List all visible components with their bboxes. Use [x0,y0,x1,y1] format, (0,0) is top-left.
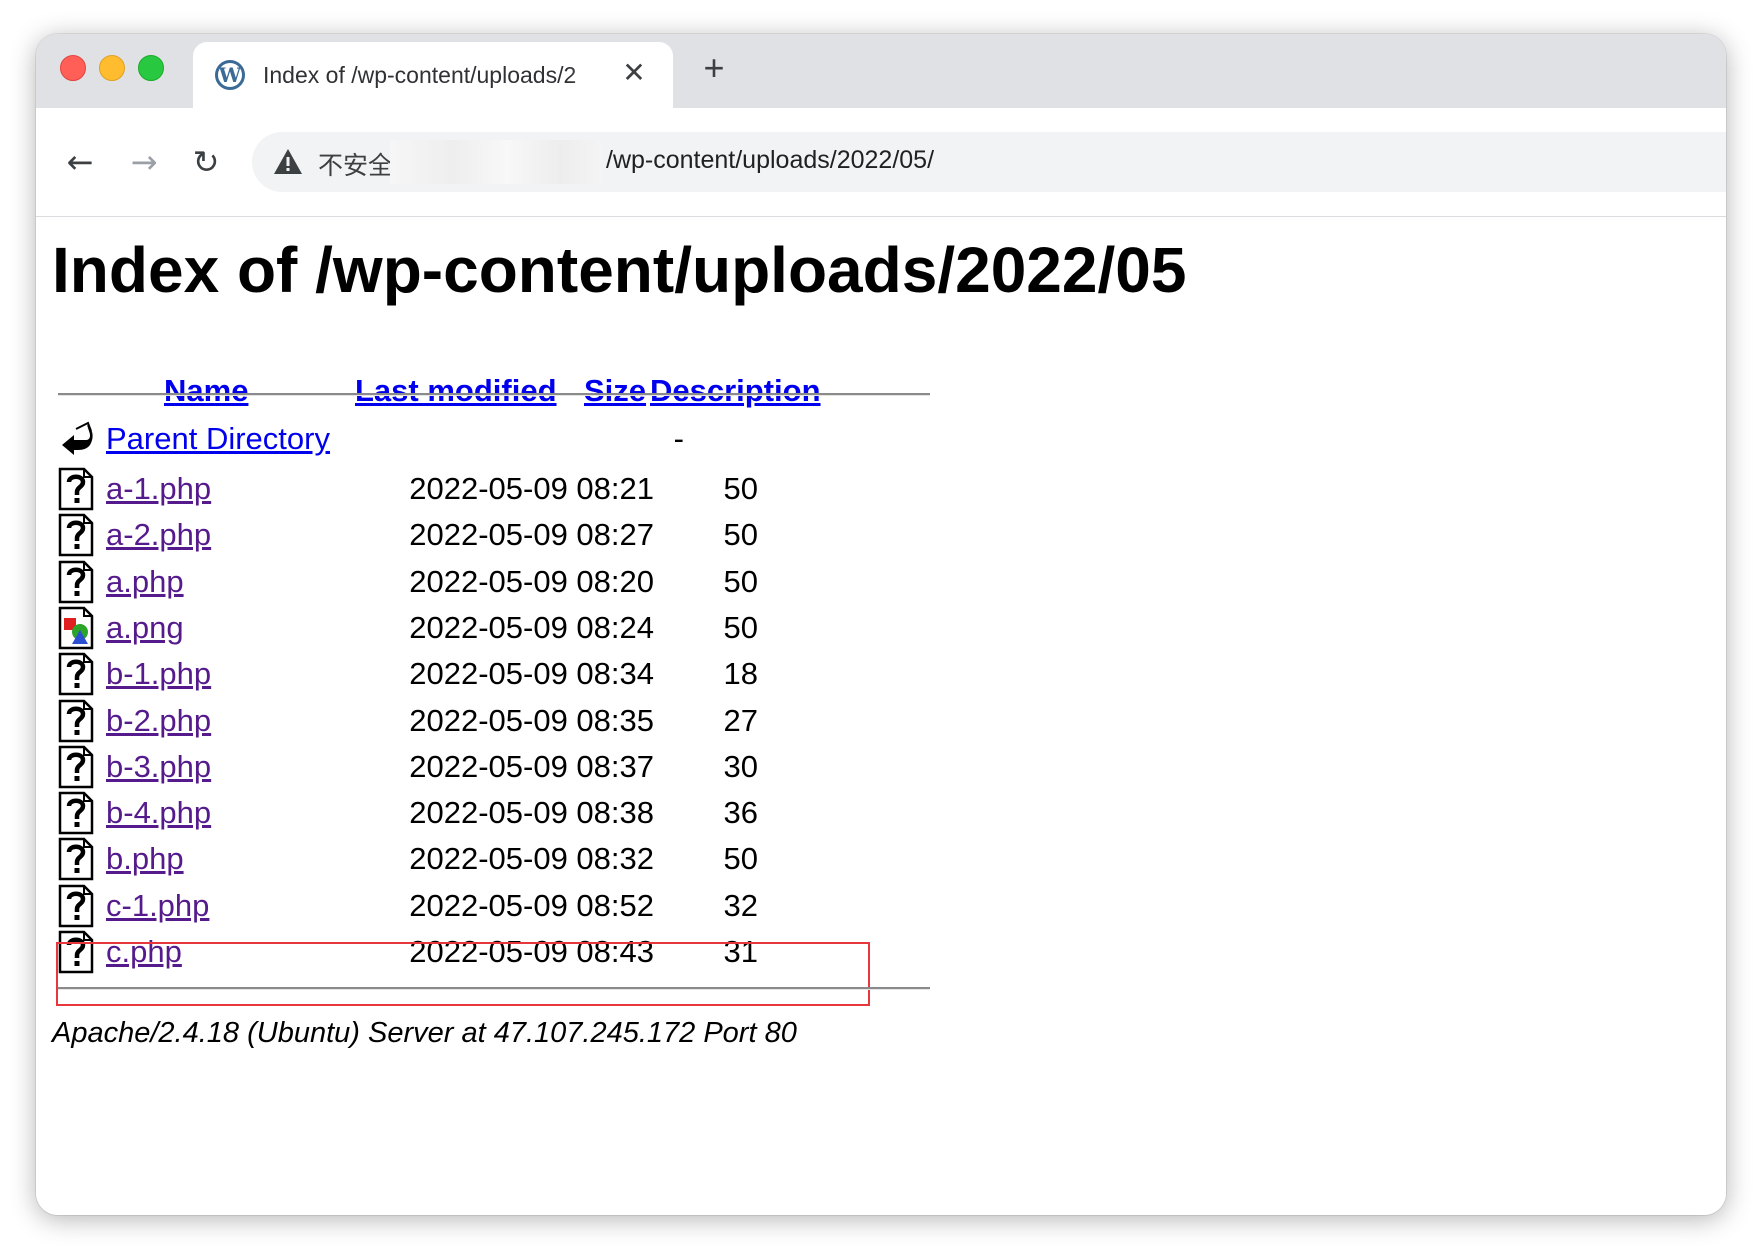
file-size: 50 [723,517,758,553]
unknown-file-icon [58,514,94,557]
unknown-file-icon [58,791,94,835]
file-link[interactable]: b.php [106,841,184,877]
plus-icon[interactable]: + [694,48,734,88]
file-modified: 2022-05-09 08:52 [409,887,654,923]
reload-icon[interactable]: ↻ [186,142,226,182]
file-link[interactable]: a-1.php [106,471,211,507]
file-modified: 2022-05-09 08:35 [409,702,654,738]
file-modified: 2022-05-09 08:27 [409,517,654,553]
file-size: 50 [723,609,758,645]
file-row: b-1.php 2022-05-09 08:34 18 [36,652,936,708]
highlight-annotation [56,942,870,1006]
footer-divider [58,987,930,990]
warning-triangle-icon[interactable] [272,146,304,178]
tab-strip: W Index of /wp-content/uploads/2 ✕ + [36,34,1726,108]
unknown-file-icon [58,884,94,927]
file-size: 30 [723,748,758,784]
file-modified: 2022-05-09 08:34 [409,656,654,692]
file-size: 27 [723,702,758,738]
parent-directory-link[interactable]: Parent Directory [106,421,330,457]
arrow-left-icon[interactable]: ← [60,142,100,182]
server-signature: Apache/2.4.18 (Ubuntu) Server at 47.107.… [52,1017,797,1049]
unknown-file-icon [58,467,94,511]
file-link[interactable]: a.php [106,564,184,600]
sort-by-name-link[interactable]: Name [164,373,248,409]
file-size: 50 [723,471,758,506]
file-modified: 2022-05-09 08:24 [409,609,654,645]
file-link[interactable]: b-3.php [106,749,211,785]
browser-toolbar: ← → ↻ 不安全 /wp-content/uploads/2022/05/ [36,108,1726,217]
page-title: Index of /wp-content/uploads/2022/05 [52,234,1187,306]
file-link[interactable]: a.png [106,610,184,646]
arrow-right-icon[interactable]: → [124,142,164,182]
address-bar[interactable]: 不安全 /wp-content/uploads/2022/05/ [252,132,1726,192]
redacted-host [390,140,602,184]
unknown-file-icon [58,652,94,696]
wordpress-icon: W [215,60,245,90]
file-size: 32 [723,887,758,923]
file-modified: 2022-05-09 08:37 [409,748,654,784]
file-modified: 2022-05-09 08:32 [409,841,654,877]
parent-directory-row: Parent Directory - [36,421,936,473]
active-tab[interactable]: W Index of /wp-content/uploads/2 ✕ [193,42,673,108]
close-window-button[interactable] [60,55,86,81]
file-row: c-1.php 2022-05-09 08:52 32 [36,884,936,940]
browser-window: W Index of /wp-content/uploads/2 ✕ + ← →… [36,34,1726,1215]
url-path[interactable]: /wp-content/uploads/2022/05/ [606,146,934,175]
unknown-file-icon [58,699,94,742]
security-label[interactable]: 不安全 [318,146,393,182]
file-size: 50 [723,563,758,599]
file-link[interactable]: a-2.php [106,517,211,553]
minimize-window-button[interactable] [99,55,125,81]
tab-title: Index of /wp-content/uploads/2 [263,62,577,88]
file-modified: 2022-05-09 08:20 [409,563,654,599]
file-modified: 2022-05-09 08:38 [409,795,654,831]
file-link[interactable]: b-2.php [106,703,211,739]
unknown-file-icon [58,838,94,881]
file-row: a.php 2022-05-09 08:20 50 [36,560,936,616]
sort-by-description-link[interactable]: Description [650,373,821,409]
file-row: b-3.php 2022-05-09 08:37 30 [36,745,936,801]
file-row: a.png 2022-05-09 08:24 50 [36,606,936,662]
file-size: 18 [723,656,758,692]
sort-by-last-modified-link[interactable]: Last modified [355,373,557,409]
unknown-file-icon [58,560,94,603]
file-row: a-2.php 2022-05-09 08:27 50 [36,514,936,569]
parent-size: - [673,421,684,456]
file-link[interactable]: b-4.php [106,795,211,831]
file-row: b-2.php 2022-05-09 08:35 27 [36,699,936,755]
file-size: 50 [723,841,758,877]
sort-by-size-link[interactable]: Size [584,373,646,409]
header-divider [58,393,930,396]
file-row: b-4.php 2022-05-09 08:38 36 [36,791,936,847]
file-modified: 2022-05-09 08:21 [409,471,654,506]
file-link[interactable]: c-1.php [106,888,209,924]
page-content: Index of /wp-content/uploads/2022/05 Nam… [36,217,1726,1215]
close-icon[interactable]: ✕ [619,58,649,88]
back-arrow-icon [62,421,93,455]
image-file-icon [58,606,94,650]
file-link[interactable]: b-1.php [106,656,211,692]
file-row: a-1.php 2022-05-09 08:21 50 [36,467,936,523]
unknown-file-icon [58,745,94,789]
file-row: b.php 2022-05-09 08:32 50 [36,838,936,893]
file-size: 36 [723,795,758,831]
maximize-window-button[interactable] [138,55,164,81]
